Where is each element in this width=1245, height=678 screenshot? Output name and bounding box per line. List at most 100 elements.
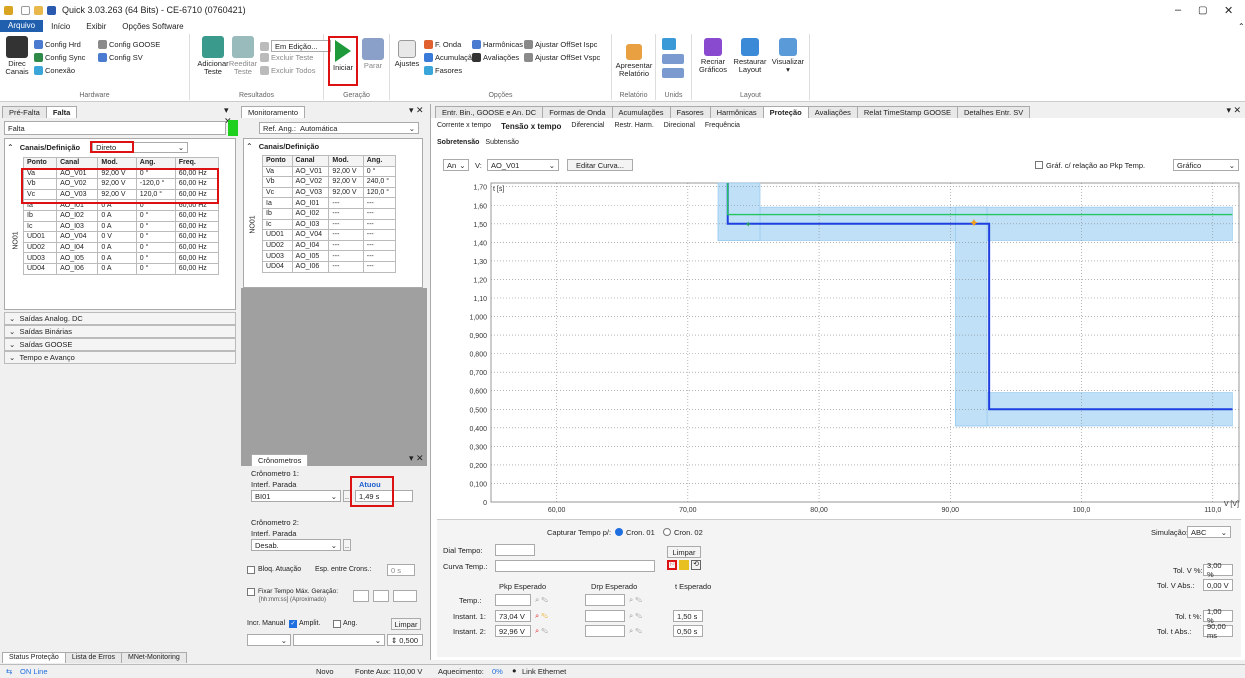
ajustar-ispc-button[interactable]: Ajustar OffSet Ispc: [524, 40, 597, 49]
subtab-3[interactable]: Restr. Harm.: [614, 122, 653, 131]
crono1-interf-dropdown[interactable]: BI01 ⌄: [251, 490, 341, 502]
bloq-atuacao-checkbox[interactable]: Bloq. Atuação: [247, 566, 301, 574]
open-folder-icon[interactable]: [34, 5, 43, 15]
table-row[interactable]: Vb AO_V02 92,00 V 240,0 °: [262, 176, 397, 188]
pick-curve-icon[interactable]: ⚐: [667, 560, 677, 570]
table-row[interactable]: Ic AO_I03 --- ---: [262, 218, 397, 231]
dial-field[interactable]: [495, 544, 535, 556]
main-panel-menu-icon[interactable]: ▾ ✕: [1226, 105, 1241, 116]
table-row[interactable]: Vc AO_V03 92,00 V 120,0 °: [262, 186, 397, 199]
graf-type-dropdown[interactable]: Gráfico ⌄: [1173, 159, 1239, 171]
tab-status-protecao[interactable]: Status Proteção: [2, 652, 66, 663]
table-row[interactable]: UD04 AO_I06 --- ---: [262, 260, 397, 273]
table-row[interactable]: Ia AO_I01 0 A0 ° 60,00 Hz: [22, 199, 220, 211]
tab-main-4[interactable]: Harmônicas: [709, 106, 764, 118]
subtab-1[interactable]: Tensão x tempo: [501, 122, 561, 131]
subsubtab-0[interactable]: Sobretensão: [437, 139, 479, 146]
table-row[interactable]: Va AO_V01 92,00 V0 °: [262, 165, 397, 178]
config-goose-button[interactable]: Config GOOSE: [98, 40, 160, 49]
fixar-hh-field[interactable]: [353, 590, 369, 602]
subtab-5[interactable]: Frequência: [705, 122, 740, 131]
tab-main-7[interactable]: Relat TimeStamp GOOSE: [856, 106, 959, 118]
new-file-icon[interactable]: [21, 5, 30, 15]
parar-button[interactable]: Parar: [360, 38, 386, 70]
temp-pkp-icons[interactable]: ⌕ ✎: [535, 595, 548, 605]
tol-t-field[interactable]: 1,00 %: [1203, 607, 1233, 625]
incr-limpar-button[interactable]: Limpar: [391, 618, 421, 630]
table-row[interactable]: UD03 AO_I05 0 A0 ° 60,00 Hz: [22, 252, 220, 264]
tab-main-0[interactable]: Entr. Bin., GOOSE e An. DC: [435, 106, 544, 118]
iniciar-button[interactable]: Iniciar: [328, 36, 358, 86]
limpar-button[interactable]: Limpar: [667, 546, 701, 558]
incr-step-field[interactable]: ⇕ 0,500: [387, 634, 423, 646]
inst2-pkp-icons[interactable]: ⌕ ✎: [535, 626, 548, 636]
acumulacao-button[interactable]: Acumulação: [424, 53, 476, 62]
crono2-more-button[interactable]: ..: [343, 539, 351, 551]
menu-arquivo[interactable]: Arquivo: [0, 20, 44, 32]
excluir-teste-button[interactable]: Excluir Teste: [260, 53, 313, 62]
step-spinner-icon[interactable]: ⇕: [391, 636, 397, 645]
table-row[interactable]: Va AO_V01 92,00 V0 ° 60,00 Hz: [22, 167, 220, 180]
cron02-radio[interactable]: Cron. 02: [663, 528, 703, 537]
subsubtab-1[interactable]: Subtensão: [485, 139, 518, 146]
harmonicas-button[interactable]: Harmônicas: [472, 40, 523, 49]
config-sv-button[interactable]: Config SV: [98, 53, 143, 62]
tol-vabs-field[interactable]: 0,00 V: [1203, 579, 1233, 591]
inst2-t-field[interactable]: 0,50 s: [673, 625, 703, 637]
tab-main-3[interactable]: Fasores: [669, 106, 711, 118]
recriar-graficos-button[interactable]: Recriar Gráficos: [696, 38, 730, 74]
units-ratio-icon[interactable]: [662, 68, 684, 78]
crono-close-icon[interactable]: ▾ ✕: [409, 453, 424, 464]
section-saidas-binarias[interactable]: ⌄ Saídas Binárias: [4, 325, 236, 338]
adicionar-teste-button[interactable]: Adicionar Teste: [196, 36, 230, 76]
ajustar-vspc-button[interactable]: Ajustar OffSet Vspc: [524, 53, 600, 62]
ang-checkbox[interactable]: Ang.: [333, 620, 357, 628]
avaliacoes-button[interactable]: Avaliações: [472, 53, 519, 62]
config-hrd-button[interactable]: Config Hrd: [34, 40, 81, 49]
excluir-todos-button[interactable]: Excluir Todos: [260, 66, 315, 75]
direc-canais-button[interactable]: Direc Canais: [4, 36, 30, 76]
table-row[interactable]: Ib AO_I02 0 A0 ° 60,00 Hz: [22, 209, 220, 222]
inst2-drp-icons[interactable]: ⌕ ✎: [629, 626, 642, 636]
ref-ang-dropdown[interactable]: Ref. Ang.: Automática ⌄: [259, 122, 419, 134]
tab-lista-erros[interactable]: Lista de Erros: [64, 652, 122, 663]
tab-cronometros[interactable]: Crônometros: [251, 454, 309, 466]
table-row[interactable]: Vc AO_V03 92,00 V 120,0 ° 60,00 Hz: [22, 188, 220, 201]
table-row[interactable]: UD01 AO_V04 0 V0 ° 60,00 Hz: [22, 231, 220, 243]
table-row[interactable]: UD03 AO_I05 --- ---: [262, 250, 397, 262]
reeditar-teste-button[interactable]: Reeditar Teste: [228, 36, 258, 76]
config-sync-button[interactable]: Config Sync: [34, 53, 85, 62]
em-edicao-dropdown[interactable]: Em Edição...: [260, 40, 331, 52]
tab-pre-falta[interactable]: Pré-Falta: [2, 106, 47, 118]
tab-main-1[interactable]: Formas de Onda: [542, 106, 613, 118]
menu-inicio[interactable]: Início: [43, 22, 78, 31]
temp-drp-field[interactable]: [585, 594, 625, 606]
ribbon-collapse-icon[interactable]: ⌃: [1230, 22, 1245, 31]
brush-icon[interactable]: [679, 560, 689, 570]
units-freq-icon[interactable]: [662, 54, 684, 64]
subtab-2[interactable]: Diferencial: [571, 122, 604, 131]
units-clock-icon[interactable]: [662, 38, 676, 50]
close-icon[interactable]: ✕: [1224, 4, 1233, 17]
subtab-4[interactable]: Direcional: [664, 122, 695, 131]
fasores-button[interactable]: Fasores: [424, 66, 462, 75]
visualizar-button[interactable]: Visualizar ▾: [770, 38, 806, 74]
table-row[interactable]: UD02 AO_I04 --- ---: [262, 239, 397, 252]
curva-field[interactable]: [495, 560, 655, 572]
cron01-radio[interactable]: Cron. 01: [615, 528, 655, 537]
tol-v-field[interactable]: 3,00 %: [1203, 561, 1233, 579]
restaurar-layout-button[interactable]: Restaurar Layout: [732, 38, 768, 74]
table-row[interactable]: Ia AO_I01 --- ---: [262, 197, 397, 209]
table-row[interactable]: Vb AO_V02 92,00 V -120,0 ° 60,00 Hz: [22, 178, 220, 190]
simulacao-dropdown[interactable]: ABC ⌄: [1187, 526, 1231, 538]
tab-mnet-monitoring[interactable]: MNet-Monitoring: [121, 652, 187, 663]
menu-opcoes[interactable]: Opções Software: [114, 22, 191, 31]
incr-channel-dropdown[interactable]: ⌄: [247, 634, 291, 646]
table-row[interactable]: Ib AO_I02 --- ---: [262, 207, 397, 220]
inst1-pkp-field[interactable]: 73,04 V: [495, 610, 531, 622]
temp-pkp-field[interactable]: [495, 594, 531, 606]
table-row[interactable]: UD01 AO_V04 --- ---: [262, 229, 397, 241]
monitor-collapse-icon[interactable]: ⌃: [246, 142, 253, 151]
table-row[interactable]: UD02 AO_I04 0 A0 ° 60,00 Hz: [22, 241, 220, 254]
inst2-pkp-field[interactable]: 92,96 V: [495, 625, 531, 637]
